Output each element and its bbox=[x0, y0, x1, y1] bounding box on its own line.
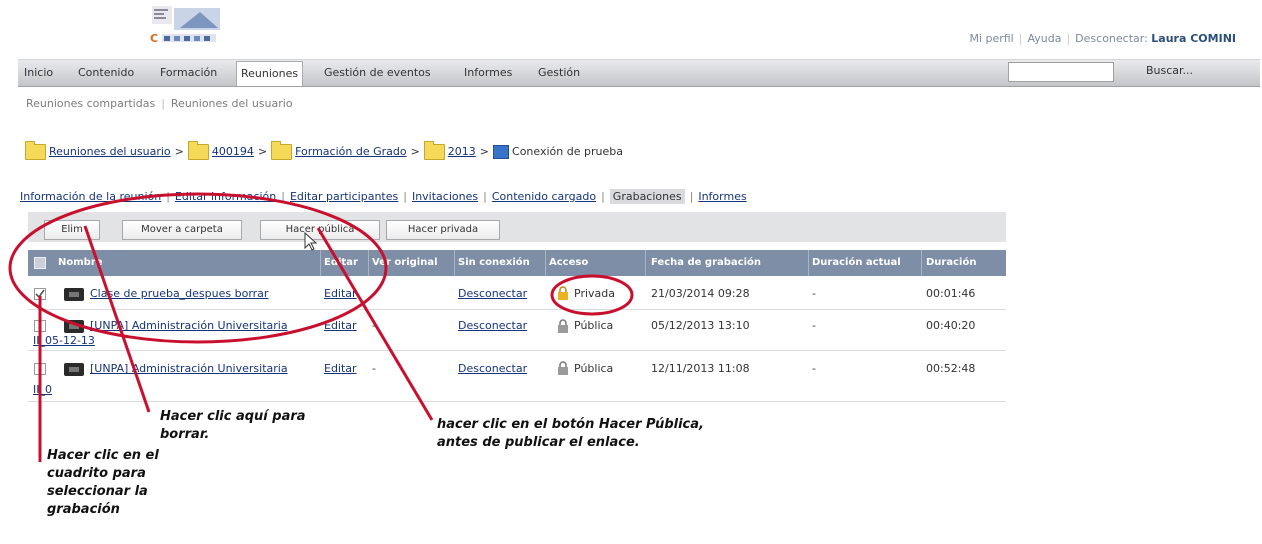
annotation-line-delete bbox=[83, 225, 151, 413]
annotation-checkbox: Hacer clic en el cuadrito para seleccion… bbox=[47, 448, 159, 517]
annotation-line-public bbox=[316, 227, 434, 421]
cursor-icon bbox=[304, 231, 318, 251]
annotation-big-ellipse bbox=[8, 192, 388, 344]
annotation-overlay bbox=[8, 192, 634, 462]
annotation-delete: Hacer clic aquí para borrar. bbox=[160, 409, 306, 442]
annotation-public: hacer clic en el botón Hacer Pública, an… bbox=[437, 417, 704, 450]
annotation-private-ellipse bbox=[550, 274, 634, 316]
